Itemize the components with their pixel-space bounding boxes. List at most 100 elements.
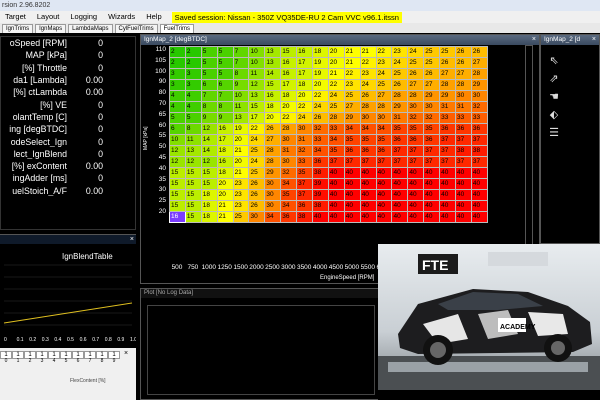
map-cell[interactable]: 2 (184, 46, 202, 58)
map-cell[interactable]: 36 (391, 134, 409, 146)
map-cell[interactable]: 40 (407, 189, 425, 201)
map-cell[interactable]: 40 (439, 167, 457, 179)
map-cell[interactable]: 10 (232, 90, 250, 102)
tab-lambdamaps[interactable]: LambdaMaps (68, 24, 113, 33)
map-cell[interactable]: 37 (439, 145, 457, 157)
map-cell[interactable]: 40 (375, 189, 393, 201)
map-cell[interactable]: 15 (184, 167, 202, 179)
map-cell[interactable]: 31 (439, 101, 457, 113)
map-cell[interactable]: 36 (455, 123, 472, 135)
map-cell[interactable]: 22 (280, 112, 298, 124)
map-cell[interactable]: 12 (200, 156, 218, 168)
map-cell[interactable]: 21 (343, 57, 361, 69)
map-cell[interactable]: 30 (296, 123, 314, 135)
map-cell[interactable]: 18 (312, 46, 329, 58)
map-cell[interactable]: 40 (423, 178, 441, 190)
pan-icon[interactable]: ⇗ (546, 73, 562, 86)
map-cell[interactable]: 29 (423, 90, 441, 102)
map-cell[interactable]: 33 (455, 112, 472, 124)
map-cell[interactable]: 40 (470, 211, 488, 223)
map-cell[interactable]: 16 (280, 68, 298, 80)
map-cell[interactable]: 40 (470, 178, 488, 190)
map-cell[interactable]: 37 (423, 145, 441, 157)
map-cell[interactable]: 25 (391, 68, 409, 80)
map-cell[interactable]: 40 (343, 200, 361, 212)
map-cell[interactable]: 27 (439, 68, 457, 80)
map-cell[interactable]: 32 (470, 101, 488, 113)
map-cell[interactable]: 28 (470, 68, 488, 80)
map-cell[interactable]: 22 (375, 46, 393, 58)
tab-ignmaps[interactable]: IgnMaps (35, 24, 67, 33)
map-cell[interactable]: 25 (343, 90, 361, 102)
map-cell[interactable]: 24 (312, 101, 329, 113)
map-cell[interactable]: 36 (423, 134, 441, 146)
map-cell[interactable]: 16 (264, 90, 282, 102)
paint-icon[interactable]: ⬖ (546, 109, 562, 122)
map-cell[interactable]: 29 (391, 101, 409, 113)
map-cell[interactable]: 21 (216, 200, 234, 212)
map-cell[interactable]: 15 (169, 200, 186, 212)
map-cell[interactable]: 23 (343, 79, 361, 91)
map-cell[interactable]: 21 (232, 145, 250, 157)
map-cell[interactable]: 26 (470, 46, 488, 58)
map-cell[interactable]: 18 (200, 200, 218, 212)
map-cell[interactable]: 12 (200, 123, 218, 135)
map-cell[interactable]: 36 (470, 123, 488, 135)
map-cell[interactable]: 31 (280, 145, 298, 157)
map-cell[interactable]: 37 (391, 145, 409, 157)
map-cell[interactable]: 40 (455, 211, 472, 223)
map-cell[interactable]: 37 (407, 145, 425, 157)
map-cell[interactable]: 24 (359, 79, 377, 91)
map-cell[interactable]: 39 (312, 178, 329, 190)
map-cell[interactable]: 40 (455, 178, 472, 190)
map-cell[interactable]: 37 (407, 156, 425, 168)
map-cell[interactable]: 24 (375, 68, 393, 80)
map-cell[interactable]: 15 (200, 178, 218, 190)
map-cell[interactable]: 15 (184, 189, 202, 201)
map-cell[interactable]: 22 (343, 68, 361, 80)
map-cell[interactable]: 23 (359, 68, 377, 80)
map-cell[interactable]: 18 (216, 145, 234, 157)
map-cell[interactable]: 40 (359, 178, 377, 190)
map-cell[interactable]: 20 (312, 79, 329, 91)
map-cell[interactable]: 37 (391, 156, 409, 168)
map-cell[interactable]: 5 (200, 46, 218, 58)
map-cell[interactable]: 3 (169, 68, 186, 80)
map-cell[interactable]: 29 (343, 112, 361, 124)
map-cell[interactable]: 30 (423, 101, 441, 113)
map-cell[interactable]: 40 (359, 211, 377, 223)
map-cell[interactable]: 18 (296, 79, 314, 91)
map-cell[interactable]: 40 (327, 189, 345, 201)
map-cell[interactable]: 40 (391, 211, 409, 223)
map-cell[interactable]: 40 (375, 167, 393, 179)
close-icon[interactable]: × (130, 236, 134, 243)
map-cell[interactable]: 15 (184, 211, 202, 223)
map-cell[interactable]: 5 (216, 46, 234, 58)
map-cell[interactable]: 7 (216, 90, 234, 102)
map-cell[interactable]: 36 (375, 145, 393, 157)
map-cell[interactable]: 17 (280, 79, 298, 91)
map-cell[interactable]: 16 (216, 156, 234, 168)
map-cell[interactable]: 22 (312, 90, 329, 102)
map-cell[interactable]: 20 (264, 112, 282, 124)
map-cell[interactable]: 30 (280, 156, 298, 168)
map-cell[interactable]: 35 (423, 123, 441, 135)
map-cell[interactable]: 26 (264, 123, 282, 135)
map-cell[interactable]: 21 (359, 46, 377, 58)
map-cell[interactable]: 40 (375, 178, 393, 190)
menu-target[interactable]: Target (0, 11, 32, 23)
map-cell[interactable]: 15 (169, 189, 186, 201)
map-cell[interactable]: 19 (312, 68, 329, 80)
map-cell[interactable]: 3 (169, 79, 186, 91)
map-cell[interactable]: 15 (184, 200, 202, 212)
map-cell[interactable]: 34 (280, 178, 298, 190)
map-cell[interactable]: 8 (184, 123, 202, 135)
map-cell[interactable]: 40 (407, 200, 425, 212)
map-cell[interactable]: 7 (200, 90, 218, 102)
map-cell[interactable]: 32 (423, 112, 441, 124)
map-cell[interactable]: 35 (296, 167, 314, 179)
map-cell[interactable]: 40 (343, 178, 361, 190)
map-cell[interactable]: 40 (455, 189, 472, 201)
map-cell[interactable]: 37 (455, 156, 472, 168)
map-cell[interactable]: 17 (248, 112, 266, 124)
